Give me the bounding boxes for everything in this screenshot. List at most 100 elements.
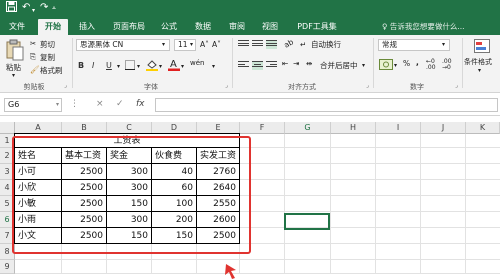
bold-button[interactable]: B (78, 60, 84, 71)
align-left-icon[interactable] (238, 61, 249, 70)
tab-pdf-tools[interactable]: PDF工具集 (290, 19, 344, 35)
number-launcher-icon[interactable]: ⌟ (455, 82, 458, 89)
column-header-f[interactable]: F (240, 122, 285, 134)
tab-home[interactable]: 开始 (38, 19, 68, 35)
formula-bar: G6 ▾ ⋮ × ✓ fx (0, 93, 500, 116)
merge-dropdown-icon[interactable]: ▾ (362, 62, 365, 69)
align-center-icon[interactable] (252, 61, 263, 70)
font-launcher-icon[interactable]: ⌟ (225, 82, 228, 89)
group-divider (72, 38, 73, 88)
cut-icon[interactable]: ✂ (30, 39, 36, 48)
wrap-text-button[interactable]: 自动换行 (311, 39, 341, 50)
border-icon[interactable] (125, 60, 135, 72)
border-dropdown-icon[interactable]: ▾ (137, 63, 140, 70)
phonetic-dropdown-icon[interactable]: ▾ (212, 63, 215, 70)
merge-center-button[interactable]: 合并后居中 (320, 60, 358, 71)
font-name-select[interactable]: 思源黑体 CN (76, 39, 170, 51)
font-color-icon[interactable]: A (168, 58, 180, 73)
formula-input[interactable] (155, 98, 498, 112)
gridline (284, 134, 285, 274)
copy-icon[interactable]: ⎘ (30, 52, 36, 62)
column-header-h[interactable]: H (331, 122, 376, 134)
copy-button[interactable]: 复制 (40, 52, 55, 63)
tab-insert[interactable]: 插入 (74, 19, 100, 35)
column-header-k[interactable]: K (466, 122, 500, 134)
align-bottom-icon[interactable] (266, 40, 277, 49)
grow-font-button[interactable]: A˄ (200, 40, 209, 49)
group-divider (373, 38, 374, 88)
italic-button[interactable]: I (92, 60, 94, 71)
tab-view[interactable]: 视图 (257, 19, 283, 35)
decrease-decimal-icon[interactable]: .00 →0 (442, 59, 452, 71)
redo-icon[interactable]: ↷ (40, 1, 48, 15)
fill-color-dropdown-icon[interactable]: ▾ (159, 63, 162, 70)
insert-function-icon[interactable]: fx (136, 98, 145, 110)
tab-file[interactable]: 文件 (4, 19, 30, 35)
decrease-indent-icon[interactable]: ⇤ (282, 59, 288, 68)
cut-button[interactable]: 剪切 (40, 39, 55, 50)
fill-color-icon[interactable] (146, 59, 158, 73)
tab-page-layout[interactable]: 页面布局 (108, 19, 150, 35)
paste-icon[interactable] (6, 39, 24, 61)
underline-button[interactable]: U (106, 60, 112, 71)
conditional-format-icon[interactable] (474, 39, 490, 55)
font-color-dropdown-icon[interactable]: ▾ (181, 63, 184, 70)
conditional-format-dropdown-icon[interactable]: ▾ (478, 67, 481, 74)
align-top-icon[interactable] (238, 40, 249, 49)
cancel-icon[interactable]: × (96, 98, 104, 110)
underline-dropdown-icon[interactable]: ▾ (117, 63, 120, 70)
percent-button[interactable]: % (403, 59, 410, 68)
align-middle-icon[interactable] (252, 40, 263, 49)
tab-review[interactable]: 审阅 (224, 19, 250, 35)
merge-center-icon[interactable]: ⇹ (306, 59, 312, 68)
name-box-dropdown-icon[interactable]: ▾ (56, 99, 59, 111)
group-divider (462, 38, 463, 88)
shrink-font-button[interactable]: A˅ (212, 40, 221, 49)
number-format-select[interactable]: 常规 (378, 39, 450, 51)
enter-icon[interactable]: ✓ (116, 98, 124, 110)
select-all-corner[interactable] (0, 122, 15, 134)
column-header-g[interactable]: G (285, 122, 331, 134)
clipboard-launcher-icon[interactable]: ⌟ (64, 82, 67, 89)
name-box[interactable]: G6 (4, 98, 62, 112)
customize-icon[interactable]: ⩡ (52, 1, 56, 15)
selected-cell-g6[interactable] (284, 213, 330, 230)
save-icon[interactable] (6, 1, 17, 17)
alignment-group-label: 对齐方式 (288, 83, 316, 91)
tab-formulas[interactable]: 公式 (156, 19, 182, 35)
gridline (420, 134, 421, 274)
arrow-pointer-icon (225, 264, 236, 279)
gridline (15, 259, 500, 260)
column-header-i[interactable]: I (376, 122, 421, 134)
number-format-dropdown-icon[interactable]: ▾ (442, 41, 445, 48)
comma-button[interactable]: , (416, 58, 419, 67)
phonetic-button[interactable]: wén (190, 59, 204, 67)
conditional-format-button[interactable]: 条件格式 (464, 57, 492, 67)
tell-me-search[interactable]: ♀ 告诉我您想要做什么... (382, 19, 465, 34)
increase-indent-icon[interactable]: ⇥ (293, 59, 299, 68)
gridline (15, 273, 500, 274)
wrap-text-icon[interactable]: ↵ (300, 40, 306, 49)
font-size-dropdown-icon[interactable]: ▾ (190, 41, 193, 48)
format-painter-button[interactable]: 格式刷 (40, 65, 63, 76)
formula-bar-divider: ⋮ (70, 99, 79, 109)
row-header-9[interactable]: 9 (0, 260, 15, 274)
font-name-dropdown-icon[interactable]: ▾ (162, 41, 165, 48)
alignment-launcher-icon[interactable]: ⌟ (366, 82, 369, 89)
undo-icon[interactable]: ↶ (22, 1, 30, 15)
gridline (375, 134, 376, 274)
align-right-icon[interactable] (266, 61, 277, 70)
tab-data[interactable]: 数据 (190, 19, 216, 35)
currency-dropdown-icon[interactable]: ▾ (394, 62, 397, 69)
ribbon-tabs: 文件 开始 插入 页面布局 公式 数据 审阅 视图 PDF工具集 ♀ 告诉我您想… (0, 16, 500, 35)
orientation-icon[interactable]: ab (282, 37, 295, 49)
column-header-j[interactable]: J (421, 122, 466, 134)
paste-dropdown-icon[interactable]: ▾ (12, 72, 15, 79)
title-bar: ↶ ▾ ↷ ⩡ (0, 0, 500, 16)
brush-icon[interactable]: 🖌 (30, 65, 40, 74)
gridline (330, 134, 331, 274)
table-border (14, 133, 240, 134)
gridline (465, 134, 466, 274)
currency-icon[interactable] (379, 59, 393, 72)
increase-decimal-icon[interactable]: ←0.00 (426, 59, 436, 71)
